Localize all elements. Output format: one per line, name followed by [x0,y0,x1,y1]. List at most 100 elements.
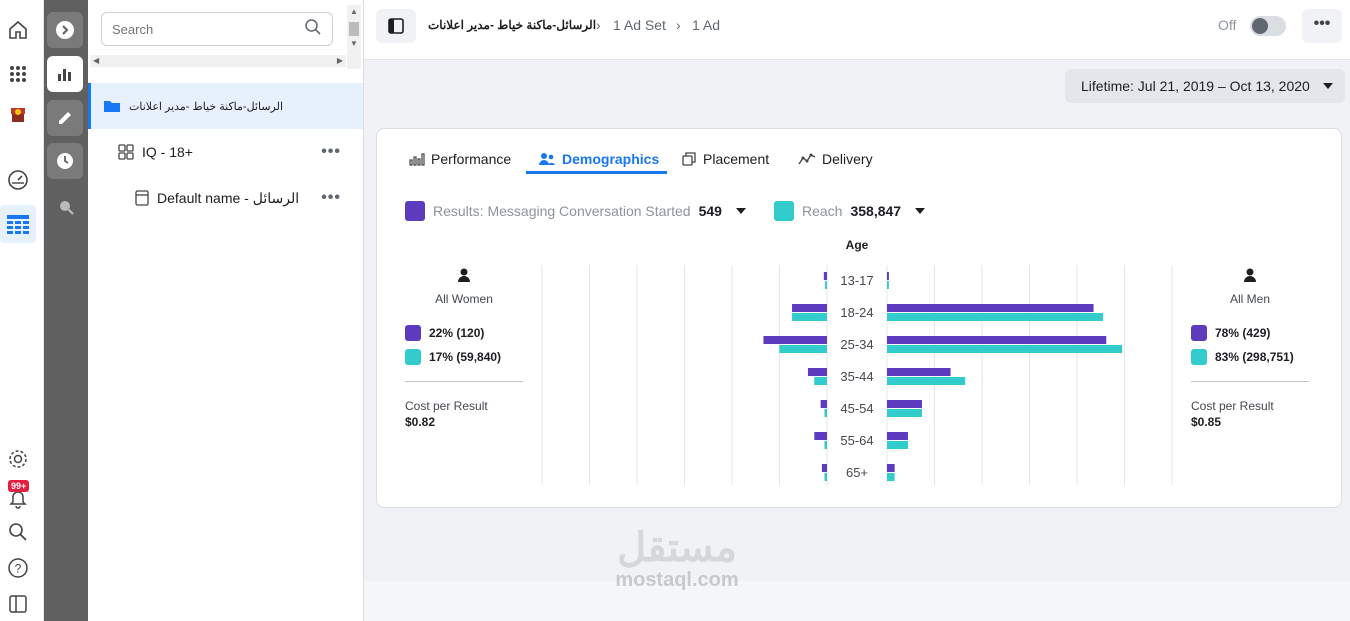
bar-chart-icon[interactable] [47,56,83,92]
chevron-right-icon: › [676,17,681,33]
women-bar-reach [824,409,827,417]
women-bar-reach [825,281,827,289]
men-bar-results [887,272,889,280]
results-value: 549 [698,203,722,219]
men-label: All Men [1229,292,1270,306]
main-content: Lifetime: Jul 21, 2019 – Oct 13, 2020 Pe… [364,60,1350,581]
campaign-tree-panel: ▲ ▼ ◀ ▶ الرسائل-ماكنة خياط -مدير اعلانات… [88,0,364,621]
insights-card: Performance Demographics Placement Deliv… [376,128,1342,508]
men-bar-results [887,304,1094,312]
performance-icon [409,153,425,166]
placement-icon [682,152,696,166]
age-tick-label: 35-44 [840,369,873,384]
women-bar-reach [814,377,827,385]
women-bar-results [807,368,827,376]
women-cost-per-result: Cost per Result $0.82 [405,399,488,429]
help-icon[interactable]: ? [4,554,32,582]
cpr-value: $0.85 [1191,415,1222,429]
results-label: Results: Messaging Conversation Started [433,203,691,219]
store-icon[interactable] [4,100,32,128]
women-bar-results [814,432,827,440]
age-demographics-chart: Age 13-17 18-24 25-34 35-44 45-54 55-64 65+ [541,238,1173,485]
home-icon[interactable] [4,16,32,44]
search-icon[interactable] [4,518,32,546]
age-tick-label: 45-54 [840,401,873,416]
tab-placement[interactable]: Placement [681,145,769,173]
tab-demographics[interactable]: Demographics [538,145,659,173]
horizontal-scrollbar[interactable]: ◀ ▶ [90,55,346,67]
results-swatch [405,201,425,221]
age-tick-label: 25-34 [840,337,873,352]
women-bar-results [792,304,827,312]
more-button[interactable]: ••• [1302,9,1342,43]
chart-title: Age [846,238,869,252]
expand-icon[interactable] [47,12,83,48]
women-bar-reach [792,313,827,321]
apps-grid-icon[interactable] [4,60,32,88]
women-bar-results [821,464,827,472]
divider [1191,381,1309,382]
watermark: مستقل mostaql.com [592,528,762,592]
men-bar-reach [887,345,1123,353]
content-footer [364,581,1350,621]
date-range-label: Lifetime: Jul 21, 2019 – Oct 13, 2020 [1081,78,1310,94]
breadcrumb-adset[interactable]: 1 Ad Set [613,17,666,33]
status-toggle[interactable] [1250,16,1286,36]
tree-search[interactable] [101,12,333,46]
men-bar-reach [887,409,922,417]
adset-icon [118,144,134,160]
women-reach-legend: 17% (59,840) [405,349,501,365]
tab-performance[interactable]: Performance [409,145,511,173]
men-bar-results [887,464,895,472]
panel-icon[interactable] [4,590,32,618]
tree-item-adset[interactable]: IQ - 18+ ••• [88,129,363,175]
edit-icon[interactable] [47,100,83,136]
men-bar-reach [887,473,895,481]
men-reach-legend: 83% (298,751) [1191,349,1294,365]
reach-metric-selector[interactable]: Reach 358,847 [774,201,926,221]
settings-icon[interactable] [4,445,32,473]
men-bar-results [887,336,1107,344]
tree-item-ad[interactable]: Default name - الرسائل ••• [88,175,363,221]
chevron-right-icon: › [596,17,601,33]
men-bar-reach [887,377,966,385]
age-tick-label: 13-17 [840,273,873,288]
tree-item-campaign[interactable]: الرسائل-ماكنة خياط -مدير اعلانات [88,83,363,129]
results-metric-selector[interactable]: Results: Messaging Conversation Started … [405,201,746,221]
svg-text:?: ? [15,562,22,576]
men-bar-reach [887,281,889,289]
men-reach-value: 83% (298,751) [1215,350,1294,364]
tree-item-label: IQ - 18+ [142,144,193,160]
breadcrumb-ad[interactable]: 1 Ad [692,17,720,33]
reach-value: 358,847 [850,203,902,219]
more-options-icon[interactable]: ••• [321,143,341,161]
age-tick-label: 55-64 [840,433,873,448]
women-summary-header: All Women [405,267,523,306]
inspect-icon[interactable] [56,197,76,217]
vertical-scrollbar[interactable]: ▲ ▼ [347,5,361,69]
more-options-icon[interactable]: ••• [321,189,341,207]
cpr-label: Cost per Result [1191,399,1274,413]
women-results-legend: 22% (120) [405,325,484,341]
women-bar-results [763,336,827,344]
search-icon[interactable] [304,18,322,41]
women-bar-reach [824,441,827,449]
divider [405,381,523,382]
women-bar-reach [824,473,827,481]
men-results-legend: 78% (429) [1191,325,1270,341]
breadcrumb-campaign[interactable]: الرسائل-ماكنة خياط -مدير اعلانات [428,18,596,32]
women-bar-reach [779,345,827,353]
dashboard-icon[interactable] [4,166,32,194]
women-results-value: 22% (120) [429,326,485,340]
history-icon[interactable] [47,143,83,179]
men-bar-reach [887,313,1104,321]
search-input[interactable] [112,21,304,37]
cpr-value: $0.82 [405,415,436,429]
toggle-panel-button[interactable] [376,9,416,43]
tab-delivery[interactable]: Delivery [798,145,873,173]
delivery-icon [798,153,816,165]
table-view-icon[interactable] [0,205,36,243]
cpr-label: Cost per Result [405,399,488,413]
men-bar-results [887,400,922,408]
date-range-selector[interactable]: Lifetime: Jul 21, 2019 – Oct 13, 2020 [1065,69,1345,103]
